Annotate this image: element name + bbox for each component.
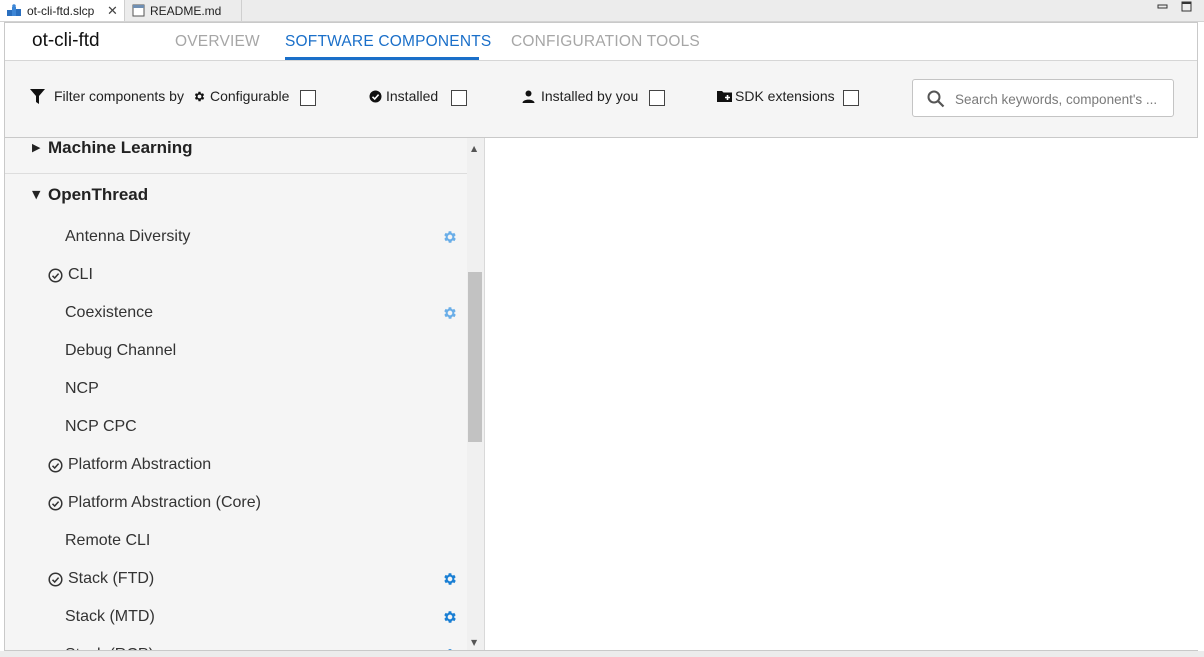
filter-label-text: Filter components by	[54, 88, 184, 104]
component-label: Debug Channel	[65, 342, 177, 359]
filter-bar: Filter components by Configurable Instal…	[5, 61, 1197, 138]
gear-icon[interactable]	[442, 571, 458, 591]
component-row[interactable]: Stack (RCP)	[5, 636, 467, 650]
tab-overview[interactable]: OVERVIEW	[175, 33, 260, 51]
gear-icon	[194, 91, 205, 101]
component-label: CLI	[68, 266, 93, 283]
check-circle-icon	[48, 458, 63, 477]
installed-checkbox[interactable]	[451, 90, 467, 106]
tab-software-components[interactable]: SOFTWARE COMPONENTS	[285, 33, 491, 51]
component-row[interactable]: Antenna Diversity	[5, 218, 467, 256]
filter-installed-by-you: Installed by you	[522, 88, 638, 104]
maximize-icon[interactable]	[1181, 1, 1192, 15]
component-row[interactable]: Debug Channel	[5, 332, 467, 370]
filter-sdk-extensions-label: SDK extensions	[735, 88, 835, 104]
component-row[interactable]: NCP	[5, 370, 467, 408]
component-label: NCP	[65, 380, 99, 397]
editor-tab-strip: ot-cli-ftd.slcp ✕ README.md	[0, 0, 1204, 22]
gear-icon[interactable]	[442, 647, 458, 650]
gear-icon[interactable]	[442, 305, 458, 325]
check-circle-icon	[48, 268, 63, 287]
check-circle-icon	[48, 572, 63, 591]
filter-label: Filter components by	[30, 88, 184, 104]
close-icon[interactable]: ✕	[107, 3, 118, 19]
component-label: Platform Abstraction	[68, 456, 212, 473]
installed-by-you-checkbox[interactable]	[649, 90, 665, 106]
tab-configuration-tools[interactable]: CONFIGURATION TOOLS	[511, 33, 700, 51]
scroll-up-icon[interactable]: ▲	[471, 144, 477, 153]
editor-tab-slcp[interactable]: ot-cli-ftd.slcp ✕	[0, 0, 125, 21]
component-row[interactable]: Stack (MTD)	[5, 598, 467, 636]
component-label: Stack (FTD)	[68, 570, 155, 587]
component-row[interactable]: Coexistence	[5, 294, 467, 332]
folder-plus-icon	[717, 91, 732, 102]
search-input[interactable]	[953, 88, 1171, 110]
filter-installed: Installed	[369, 88, 438, 104]
component-row[interactable]: CLI	[5, 256, 467, 294]
filter-installed-label: Installed	[386, 88, 439, 104]
tree-scrollbar[interactable]: ▲ ▼	[467, 138, 484, 650]
filter-icon	[30, 88, 45, 104]
page-header: ot-cli-ftd OVERVIEW SOFTWARE COMPONENTS …	[5, 23, 1197, 61]
component-label: Antenna Diversity	[65, 228, 191, 245]
filter-configurable-label: Configurable	[210, 88, 290, 104]
category-machine-learning[interactable]: ▶ Machine Learning	[5, 138, 467, 168]
check-circle-icon	[48, 496, 63, 515]
component-label: Coexistence	[65, 304, 154, 321]
caret-right-icon[interactable]: ▶	[32, 141, 40, 154]
component-label: Stack (RCP)	[65, 646, 154, 650]
search-box[interactable]	[912, 79, 1174, 117]
component-row[interactable]: Platform Abstraction	[5, 446, 467, 484]
sdk-extensions-checkbox[interactable]	[843, 90, 859, 106]
editor-tab-label: ot-cli-ftd.slcp	[27, 3, 95, 18]
component-row[interactable]: NCP CPC	[5, 408, 467, 446]
component-row[interactable]: Stack (FTD)	[5, 560, 467, 598]
component-tree: ▶ Machine Learning ▼ OpenThread Antenna …	[5, 138, 467, 650]
filter-installed-by-you-label: Installed by you	[541, 88, 639, 104]
component-details-panel	[484, 138, 1198, 650]
component-label: Platform Abstraction (Core)	[68, 494, 261, 511]
scrollbar-thumb[interactable]	[468, 272, 482, 442]
file-icon	[132, 4, 145, 17]
editor-tab-readme[interactable]: README.md	[126, 0, 242, 21]
gear-icon[interactable]	[442, 229, 458, 249]
gear-icon[interactable]	[442, 609, 458, 629]
project-icon	[7, 4, 21, 16]
editor-tab-label: README.md	[150, 3, 222, 18]
component-label: Remote CLI	[65, 532, 151, 549]
status-strip	[0, 651, 1204, 657]
check-circle-icon	[369, 90, 382, 102]
scroll-down-icon[interactable]: ▼	[471, 638, 477, 647]
component-row[interactable]: Platform Abstraction (Core)	[5, 484, 467, 522]
component-label: Stack (MTD)	[65, 608, 155, 625]
minimize-icon[interactable]	[1157, 1, 1168, 15]
component-label: NCP CPC	[65, 418, 137, 435]
category-label: OpenThread	[48, 185, 149, 204]
component-row[interactable]: Remote CLI	[5, 522, 467, 560]
divider	[5, 173, 467, 174]
page-title: ot-cli-ftd	[32, 30, 100, 51]
filter-sdk-extensions: SDK extensions	[717, 88, 835, 104]
configurable-checkbox[interactable]	[300, 90, 316, 106]
caret-down-icon[interactable]: ▼	[32, 188, 40, 201]
filter-configurable: Configurable	[193, 88, 289, 104]
category-openthread[interactable]: ▼ OpenThread	[5, 177, 467, 215]
category-label: Machine Learning	[48, 138, 193, 157]
search-icon	[927, 90, 945, 108]
person-icon	[522, 90, 535, 103]
